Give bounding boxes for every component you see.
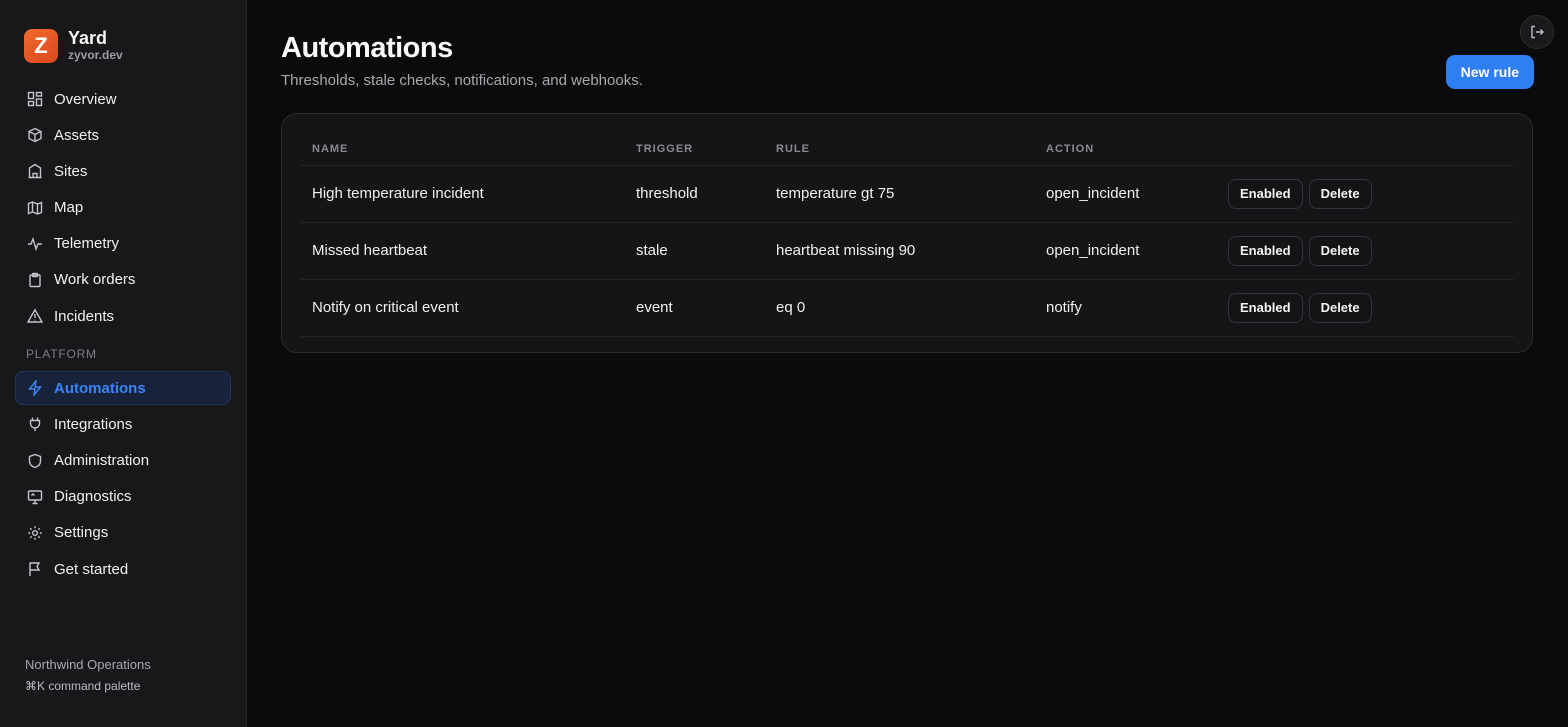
table-row: High temperature incident threshold temp… [301,165,1514,223]
automations-table-card: NAME TRIGGER RULE ACTION High temperatur… [281,113,1533,353]
gear-icon [26,524,44,542]
enabled-toggle-button[interactable]: Enabled [1228,235,1303,266]
rule-name: Notify on critical event [301,279,625,337]
rule-action: notify [1035,279,1217,337]
building-icon [26,162,44,180]
rule-name: High temperature incident [301,165,625,223]
sidebar-item-label: Automations [54,379,146,397]
sidebar-section-label: PLATFORM [26,347,97,362]
row-controls: Enabled Delete [1217,222,1514,280]
sidebar-item-label: Get started [54,560,129,578]
sidebar-item-label: Administration [54,452,150,469]
monitor-icon [26,488,44,506]
plug-icon [26,415,44,433]
sidebar-item-label: Overview [54,90,117,108]
sidebar-item-work-orders[interactable]: Work orders [15,263,231,297]
sidebar-item-automations[interactable]: Automations [15,371,231,406]
flag-icon [26,560,44,578]
sidebar-item-label: Work orders [54,271,136,289]
clipboard-icon [26,271,44,289]
table-header-row: NAME TRIGGER RULE ACTION [301,134,1514,166]
dashboard-icon [26,90,44,108]
sidebar-item-assets[interactable]: Assets [15,118,231,152]
brand-domain: zyvor.dev [68,48,123,62]
brand-name: Yard [68,28,108,48]
sidebar-nav: Overview Assets Sites Map Telemetry Work… [15,82,231,588]
sidebar-item-incidents[interactable]: Incidents [15,299,231,333]
brand[interactable]: Z Yard zyvor.dev [24,29,123,63]
column-header-trigger: TRIGGER [625,134,765,166]
rule-action: open_incident [1035,165,1217,223]
automations-table: NAME TRIGGER RULE ACTION High temperatur… [301,134,1514,337]
column-header-controls [1217,134,1514,166]
sidebar-item-integrations[interactable]: Integrations [15,407,231,441]
logout-icon [1531,25,1544,39]
logout-button[interactable] [1520,15,1554,49]
sidebar-item-overview[interactable]: Overview [15,82,231,116]
cube-icon [26,126,44,144]
column-header-rule: RULE [765,134,1035,166]
command-palette-hint: ⌘K command palette [25,679,141,693]
rule-action: open_incident [1035,222,1217,280]
activity-icon [26,235,44,253]
rule-expression: eq 0 [765,279,1035,337]
sidebar-item-label: Settings [54,524,109,542]
sidebar-item-telemetry[interactable]: Telemetry [15,227,231,261]
delete-button[interactable]: Delete [1308,292,1372,323]
rule-name: Missed heartbeat [301,222,625,280]
warning-icon [26,307,44,325]
delete-button[interactable]: Delete [1308,235,1372,266]
sidebar-item-get-started[interactable]: Get started [15,552,231,586]
map-icon [26,199,44,217]
page-subtitle: Thresholds, stale checks, notifications,… [281,72,643,89]
delete-button[interactable]: Delete [1308,178,1372,209]
enabled-toggle-button[interactable]: Enabled [1228,178,1303,209]
rule-expression: temperature gt 75 [765,165,1035,223]
column-header-name: NAME [301,134,625,166]
page-title: Automations [281,32,453,64]
column-header-action: ACTION [1035,134,1217,166]
bolt-icon [26,379,44,397]
sidebar-item-label: Diagnostics [54,488,132,506]
table-row: Missed heartbeat stale heartbeat missing… [301,222,1514,280]
sidebar-item-label: Sites [54,162,88,180]
enabled-toggle-button[interactable]: Enabled [1228,292,1303,323]
sidebar-item-label: Assets [54,126,100,144]
sidebar: Z Yard zyvor.dev Overview Assets Sites M… [0,0,247,727]
org-name: Northwind Operations [25,657,151,672]
sidebar-item-label: Incidents [54,307,115,325]
main-content: Automations Thresholds, stale checks, no… [247,0,1568,727]
sidebar-item-label: Map [54,199,84,217]
sidebar-item-settings[interactable]: Settings [15,516,231,550]
rule-trigger: stale [625,222,765,280]
rule-trigger: event [625,279,765,337]
shield-icon [26,452,44,470]
rule-trigger: threshold [625,165,765,223]
table-row: Notify on critical event event eq 0 noti… [301,279,1514,337]
sidebar-item-label: Integrations [54,415,133,433]
sidebar-item-label: Telemetry [54,235,120,253]
sidebar-item-administration[interactable]: Administration [15,444,231,478]
row-controls: Enabled Delete [1217,165,1514,223]
sidebar-footer: Northwind Operations ⌘K command palette [25,657,151,693]
new-rule-button[interactable]: New rule [1445,55,1534,89]
brand-logo: Z [24,29,58,63]
row-controls: Enabled Delete [1217,279,1514,337]
sidebar-item-map[interactable]: Map [15,191,231,225]
rule-expression: heartbeat missing 90 [765,222,1035,280]
sidebar-item-sites[interactable]: Sites [15,154,231,188]
sidebar-item-diagnostics[interactable]: Diagnostics [15,480,231,514]
